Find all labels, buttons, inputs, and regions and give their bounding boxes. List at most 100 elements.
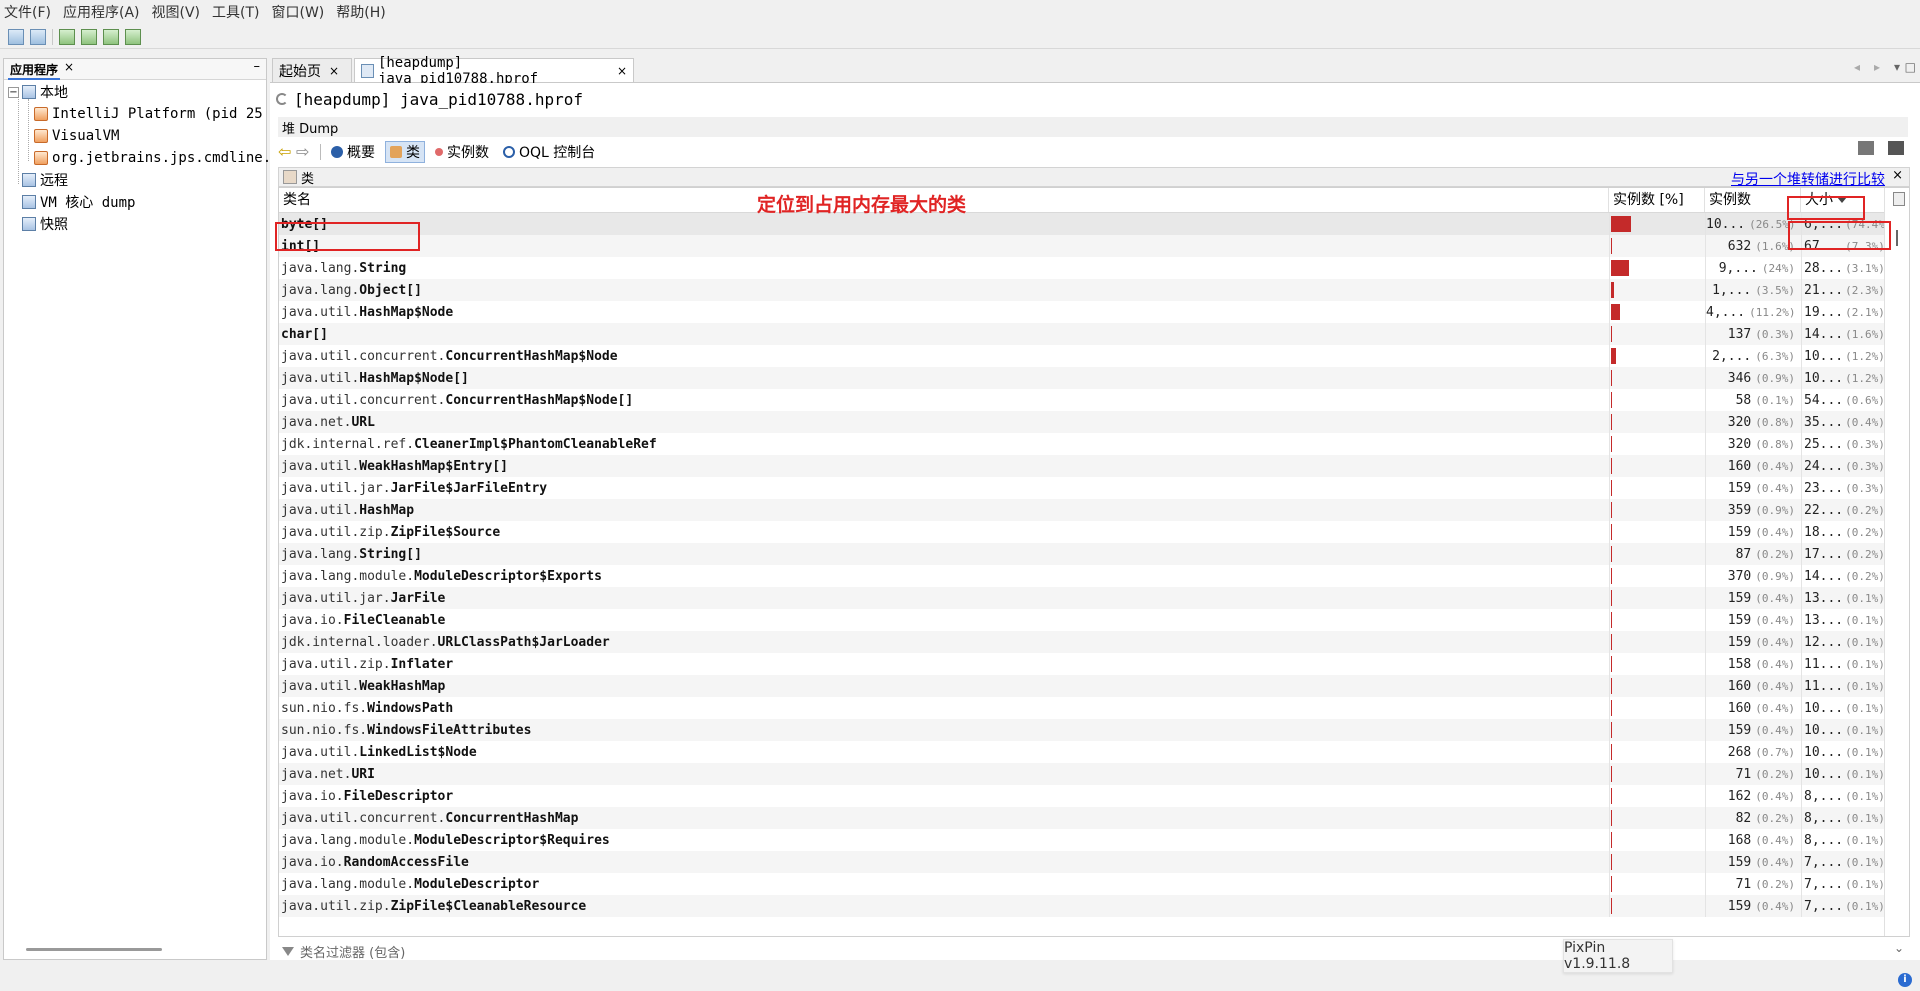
oql-console-button[interactable]: OQL 控制台 [499,141,599,163]
size-cell: 10... (1.2%) [1801,345,1885,367]
menu-applications[interactable]: 应用程序(A) [59,2,144,22]
instances-percent: (11.2%) [1749,306,1796,319]
size-percent: (0.1%) [1845,614,1885,627]
tree-node-visualvm[interactable]: VisualVM [34,125,119,147]
menu-view[interactable]: 视图(V) [148,2,205,22]
menu-help[interactable]: 帮助(H) [332,2,389,22]
instances-pct-cell [1609,675,1705,697]
size-percent: (0.4%) [1845,416,1885,429]
instances-pct-bar [1611,766,1612,782]
tree-node-snapshots[interactable]: 快照 [8,213,68,235]
table-row[interactable]: java.lang.module.ModuleDescriptor 71 (0.2%… [279,873,1885,895]
instances-cell: 2,... (6.3%) [1705,345,1801,367]
table-row[interactable]: java.util.zip.ZipFile$CleanableResource 1… [279,895,1885,917]
add-snapshot-icon[interactable] [125,28,141,45]
back-arrow-icon[interactable]: ⇦ [278,144,292,160]
table-row[interactable]: java.io.RandomAccessFile 159 (0.4%) 7,... (0… [279,851,1885,873]
snapshot-icon[interactable] [1858,141,1874,155]
show-opened-documents-icon[interactable]: ▾ [1894,60,1900,74]
tree-node-local[interactable]: − 本地 [8,81,68,103]
collapse-toggle-icon[interactable]: − [8,86,19,98]
close-icon[interactable]: × [1892,168,1903,183]
size-value: 10... [1804,745,1844,760]
table-row[interactable]: java.io.FileCleanable 159 (0.4%) 13... (0.1%… [279,609,1885,631]
table-row[interactable]: java.util.HashMap$Node 4,... (11.2%) 19...(… [279,301,1885,323]
class-name-cell: java.util.jar.JarFile [281,587,1611,609]
table-row[interactable]: int[] 632 (1.6%) 67... (7.3%) [279,235,1885,257]
close-icon[interactable]: × [617,64,627,78]
table-row[interactable]: java.lang.module.ModuleDescriptor$Export… [279,565,1885,587]
classes-view-button[interactable]: 类 [385,141,425,163]
tree-node-remote[interactable]: 远程 [8,169,68,191]
table-row[interactable]: java.lang.String[] 87 (0.2%) 17... (0.2%) [279,543,1885,565]
close-icon[interactable]: × [329,64,339,78]
save-icon[interactable] [30,28,46,45]
table-row[interactable]: jdk.internal.loader.URLClassPath$JarLoad… [279,631,1885,653]
forward-arrow-icon[interactable]: ⇨ [296,144,310,160]
settings-icon[interactable] [1888,141,1904,155]
table-row[interactable]: byte[]10...(26.5%)6,...(74.4%) [279,213,1885,235]
class-simple-name: FileCleanable [343,613,446,628]
instances-view-button[interactable]: 实例数 [431,141,493,163]
table-row[interactable]: java.util.WeakHashMap$Entry[] 160 (0.4%) 24… [279,455,1885,477]
tree-node-jps[interactable]: org.jetbrains.jps.cmdline. [34,147,271,169]
table-row[interactable]: java.util.WeakHashMap 160 (0.4%) 11... (0.1%… [279,675,1885,697]
menu-window[interactable]: 窗口(W) [268,2,329,22]
compare-heapdump-link[interactable]: 与另一个堆转储进行比较 [1731,169,1885,189]
class-name-cell: java.lang.module.ModuleDescriptor$Requir… [281,829,1611,851]
applications-tab[interactable]: 应用程序 [8,61,61,80]
column-picker-icon[interactable] [1893,192,1905,206]
table-row[interactable]: java.lang.Object[] 1,... (3.5%) 21... (2.3%) [279,279,1885,301]
column-header-instances-pct[interactable]: 实例数 [%] [1609,188,1705,212]
tab-start-page[interactable]: 起始页 × [272,58,352,82]
add-jmx-connection-icon[interactable] [59,28,75,45]
table-row[interactable]: java.util.zip.Inflater 158 (0.4%) 11... (0.1… [279,653,1885,675]
coredump-icon [22,195,36,209]
tree-node-intellij[interactable]: IntelliJ Platform (pid 25 [34,103,263,125]
table-row[interactable]: java.util.concurrent.ConcurrentHashMap$N… [279,389,1885,411]
chevron-down-icon[interactable]: ⌄ [1894,941,1904,955]
table-row[interactable]: java.lang.module.ModuleDescriptor$Requir… [279,829,1885,851]
scroll-tabs-right-icon[interactable]: ▸ [1874,60,1880,74]
column-header-size[interactable]: 大小 [1801,188,1885,212]
table-row[interactable]: java.util.jar.JarFile$JarFileEntry 159 (0.… [279,477,1885,499]
table-row[interactable]: java.lang.String 9,... (24%) 28... (3.1%) [279,257,1885,279]
close-icon[interactable]: × [64,60,74,74]
maximize-icon[interactable]: □ [1905,60,1916,74]
table-row[interactable]: java.util.concurrent.ConcurrentHashMap 82… [279,807,1885,829]
classes-icon [283,170,297,184]
menu-tools[interactable]: 工具(T) [208,2,263,22]
package-name: java.util.jar. [281,591,391,606]
tree-node-label: 远程 [40,173,68,189]
minimize-icon[interactable]: – [254,59,261,74]
summary-view-button[interactable]: 概要 [327,141,379,163]
table-row[interactable]: java.io.FileDescriptor 162 (0.4%) 8,... (0.1… [279,785,1885,807]
table-row[interactable]: java.util.jar.JarFile 159 (0.4%) 13... (0.1%… [279,587,1885,609]
table-row[interactable]: java.util.zip.ZipFile$Source 159 (0.4%) 18.… [279,521,1885,543]
column-header-instances[interactable]: 实例数 [1705,188,1801,212]
horizontal-scrollbar[interactable] [26,948,162,951]
table-row[interactable]: java.net.URL 320 (0.8%) 35... (0.4%) [279,411,1885,433]
open-file-icon[interactable] [8,28,24,45]
menu-file[interactable]: 文件(F) [0,2,55,22]
notification-icon[interactable]: i [1898,973,1912,987]
table-row[interactable]: sun.nio.fs.WindowsPath 160 (0.4%) 10... (0.1… [279,697,1885,719]
add-remote-host-icon[interactable] [81,28,97,45]
table-row[interactable]: java.util.HashMap$Node[] 346 (0.9%) 10... (1… [279,367,1885,389]
tree-node-vm-core-dump[interactable]: VM 核心 dump [8,191,135,213]
instances-cell: 1,... (3.5%) [1705,279,1801,301]
scrollbar-thumb[interactable] [1896,230,1898,246]
table-row[interactable]: java.util.LinkedList$Node 268 (0.7%) 10...(… [279,741,1885,763]
tab-heapdump[interactable]: [heapdump] java_pid10788.hprof × [354,55,634,87]
table-row[interactable]: java.net.URI 71 (0.2%) 10... (0.1%) [279,763,1885,785]
instances-pct-bar [1611,414,1612,430]
vertical-scrollbar[interactable] [1884,212,1909,936]
add-vm-coredump-icon[interactable] [103,28,119,45]
table-row[interactable]: java.util.concurrent.ConcurrentHashMap$N… [279,345,1885,367]
table-row[interactable]: java.util.HashMap 359 (0.9%) 22... (0.2%) [279,499,1885,521]
table-row[interactable]: sun.nio.fs.WindowsFileAttributes 159 (0.4%… [279,719,1885,741]
scroll-tabs-left-icon[interactable]: ◂ [1854,60,1860,74]
table-row[interactable]: jdk.internal.ref.CleanerImpl$PhantomClea… [279,433,1885,455]
class-filter-input[interactable]: 类名过滤器 (包含) [300,942,405,961]
table-row[interactable]: char[] 137 (0.3%) 14... (1.6%) [279,323,1885,345]
